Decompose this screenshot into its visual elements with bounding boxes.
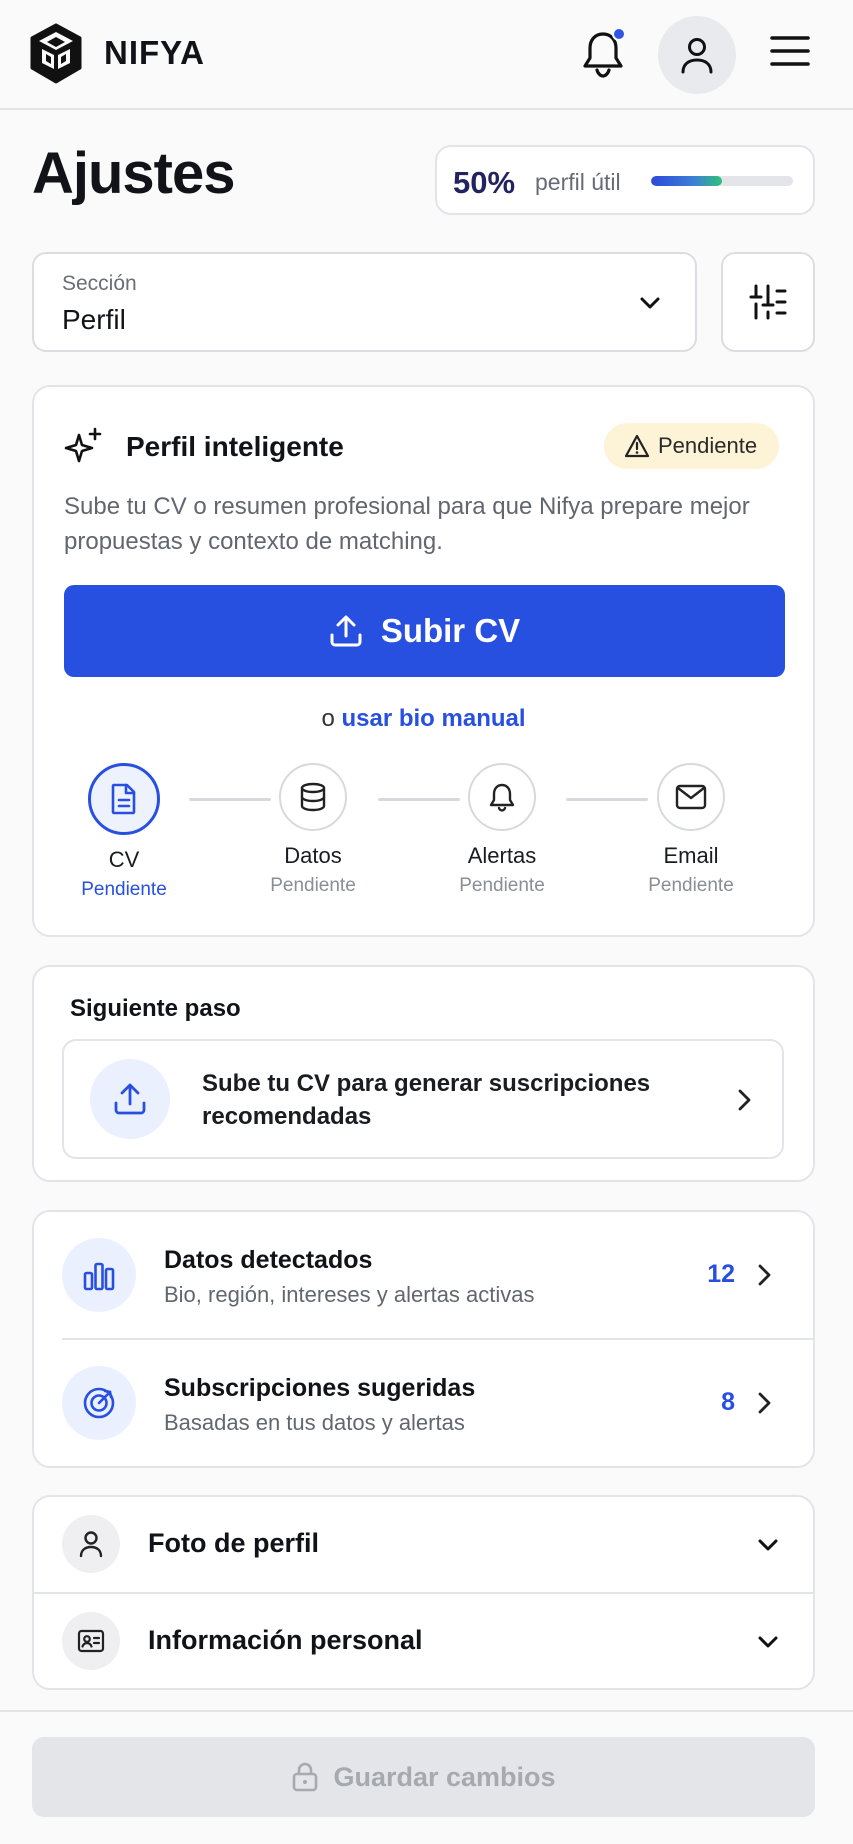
progress-label: perfil útil (535, 169, 621, 195)
upload-icon (114, 1083, 146, 1115)
section-select-label: Sección (62, 272, 137, 295)
step-title: Datos (284, 843, 342, 868)
section-select-value: Perfil (62, 304, 126, 335)
data-row-title: Datos detectados (164, 1246, 373, 1274)
chevron-down-icon (758, 1539, 778, 1551)
data-row-detected[interactable]: Datos detectados Bio, región, intereses … (34, 1212, 813, 1340)
progress-percent: 50% (453, 165, 516, 200)
sparkle-icon (64, 427, 102, 463)
notification-dot (612, 27, 626, 41)
progress-bar-fill (651, 176, 722, 186)
accordion-title: Información personal (148, 1625, 423, 1655)
data-row-count: 8 (721, 1388, 735, 1416)
section-select[interactable]: Sección Perfil (32, 252, 697, 352)
brand-name: NIFYA (104, 34, 205, 71)
next-step-text: Sube tu CV para generar suscripciones re… (202, 1070, 651, 1130)
database-icon (300, 782, 326, 812)
status-badge-label: Pendiente (658, 433, 758, 458)
save-changes-button[interactable]: Guardar cambios (32, 1737, 815, 1817)
smart-profile-card: Perfil inteligente Pendiente Sube tu CV … (32, 385, 815, 937)
step-email-circle (657, 763, 725, 831)
step-status: Pendiente (648, 875, 734, 896)
data-row-suggested[interactable]: Subscripciones sugeridas Basadas en tus … (34, 1340, 813, 1466)
account-avatar-button[interactable] (658, 16, 736, 94)
step-status: Pendiente (81, 879, 167, 900)
lock-icon (293, 1762, 318, 1792)
data-row-icon-wrap (62, 1238, 136, 1312)
step-status: Pendiente (459, 875, 545, 896)
bell-icon (489, 783, 515, 812)
smart-profile-title: Perfil inteligente (126, 431, 344, 462)
save-changes-label: Guardar cambios (333, 1761, 556, 1792)
manual-bio-prefix: o (321, 705, 335, 732)
next-step-icon-wrap (90, 1059, 170, 1139)
chevron-down-icon (640, 297, 660, 309)
accordion-profile-photo[interactable]: Foto de perfil (34, 1497, 813, 1594)
document-icon (111, 783, 136, 815)
filter-settings-button[interactable] (721, 252, 815, 352)
data-row-icon-wrap (62, 1366, 136, 1440)
bar-chart-icon (83, 1262, 115, 1291)
top-bar: NIFYA (0, 0, 853, 110)
data-summary-card: Datos detectados Bio, región, intereses … (32, 1210, 815, 1468)
step-datos[interactable]: Datos Pendiente (238, 763, 388, 897)
step-status: Pendiente (270, 875, 356, 896)
bottom-action-bar: Guardar cambios (0, 1710, 853, 1844)
accordion-personal-info[interactable]: Información personal (34, 1594, 813, 1690)
next-step-item[interactable]: Sube tu CV para generar suscripciones re… (62, 1039, 784, 1159)
manual-bio-row: o usar bio manual (34, 705, 813, 733)
next-step-title: Siguiente paso (70, 995, 241, 1022)
step-cv[interactable]: CV Pendiente (49, 763, 199, 901)
step-datos-circle (279, 763, 347, 831)
chevron-right-icon (758, 1392, 771, 1414)
step-title: Alertas (467, 843, 537, 868)
target-icon (83, 1387, 115, 1419)
data-row-title: Subscripciones sugeridas (164, 1374, 476, 1402)
user-icon (681, 38, 713, 74)
accordion-icon-wrap (62, 1612, 120, 1670)
next-step-card: Siguiente paso Sube tu CV para generar s… (32, 965, 815, 1182)
upload-cv-label: Subir CV (380, 612, 521, 649)
smart-profile-description: Sube tu CV o resumen profesional para qu… (64, 493, 750, 555)
page-title: Ajustes (32, 141, 236, 206)
hamburger-menu-icon[interactable] (770, 34, 810, 68)
chevron-right-icon (758, 1264, 771, 1286)
nifya-logo-icon[interactable] (28, 22, 84, 86)
chevron-right-icon (738, 1089, 751, 1111)
accordion-icon-wrap (62, 1515, 120, 1573)
upload-cv-button[interactable]: Subir CV (64, 585, 785, 677)
progress-bar (651, 176, 793, 186)
step-cv-circle (88, 763, 160, 835)
step-alertas-circle (468, 763, 536, 831)
manual-bio-link[interactable]: usar bio manual (341, 705, 525, 732)
chevron-down-icon (758, 1636, 778, 1648)
data-row-count: 12 (707, 1260, 735, 1288)
accordion-title: Foto de perfil (148, 1528, 319, 1558)
warning-icon (624, 434, 650, 458)
id-card-icon (77, 1629, 105, 1653)
user-icon (79, 1531, 103, 1558)
step-alertas[interactable]: Alertas Pendiente (427, 763, 577, 897)
upload-icon (330, 615, 362, 647)
profile-progress-card: 50% perfil útil (435, 145, 815, 215)
data-row-subtitle: Basadas en tus datos y alertas (164, 1410, 465, 1435)
step-title: CV (108, 847, 140, 872)
step-title: Email (663, 843, 719, 868)
sliders-icon (749, 284, 787, 320)
mail-icon (675, 784, 707, 810)
data-row-subtitle: Bio, región, intereses y alertas activas (164, 1282, 535, 1307)
profile-accordions-card: Foto de perfil Información personal (32, 1495, 815, 1690)
step-email[interactable]: Email Pendiente (616, 763, 766, 897)
status-badge: Pendiente (604, 423, 780, 469)
